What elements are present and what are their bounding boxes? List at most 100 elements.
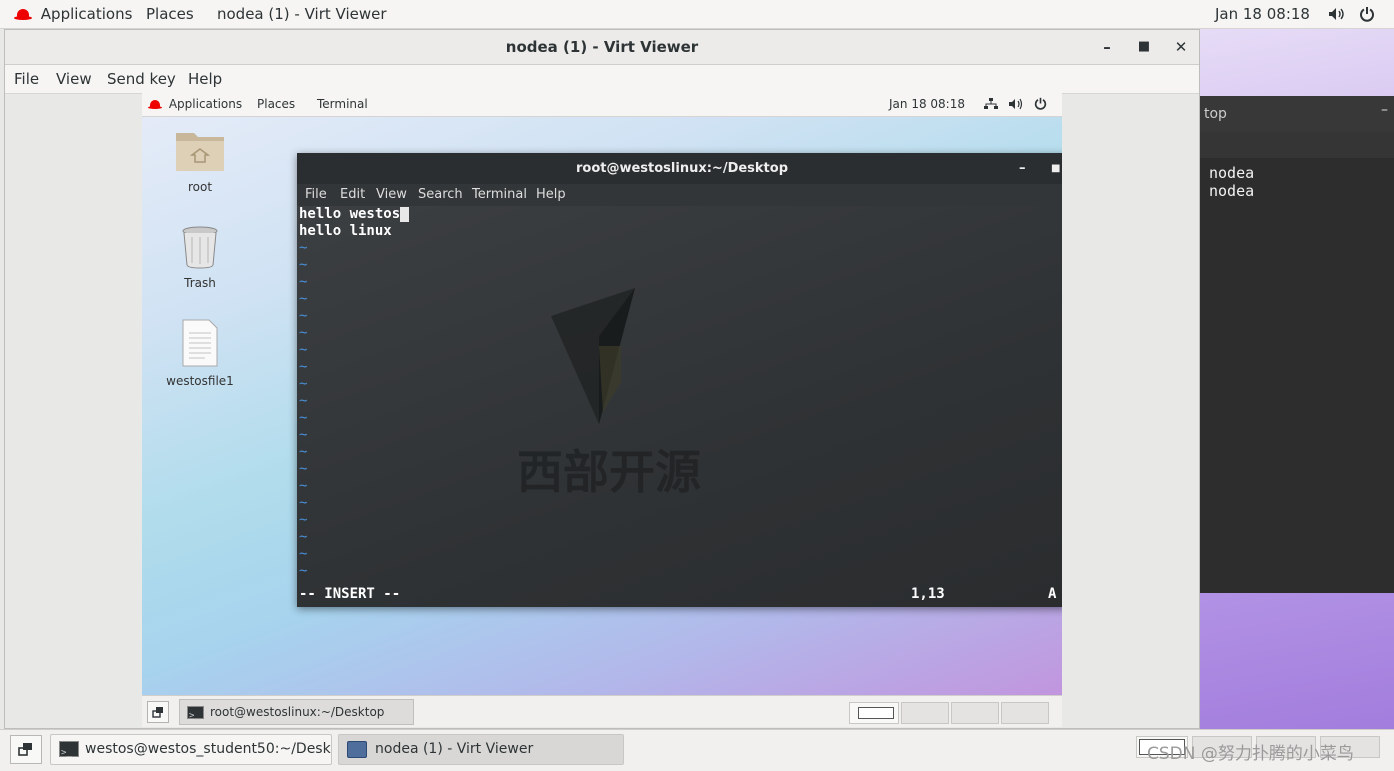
guest-taskbar-window-label: root@westoslinux:~/Desktop [210, 705, 385, 719]
background-terminal-output: nodea nodea [1200, 158, 1394, 200]
guest-volume-icon[interactable] [1008, 98, 1024, 113]
virt-viewer-menubar: File View Send key Help [5, 65, 1199, 94]
virt-viewer-app-icon [347, 740, 367, 758]
editor-empty-line: ~ [299, 274, 308, 290]
menu-file[interactable]: File [14, 70, 39, 88]
minimize-button[interactable]: – [1092, 30, 1122, 64]
desktop-icon-label: root [187, 180, 213, 194]
host-clock[interactable]: Jan 18 08:18 [1215, 5, 1310, 23]
editor-empty-line: ~ [299, 461, 308, 477]
redhat-logo-icon [148, 99, 162, 110]
text-file-icon [182, 319, 218, 367]
terminal-menu-edit[interactable]: Edit [340, 187, 365, 202]
show-desktop-icon [18, 743, 32, 756]
terminal-maximize-button[interactable]: ■ [1051, 153, 1060, 184]
terminal-menu-terminal[interactable]: Terminal [472, 187, 527, 202]
host-task-terminal[interactable]: westos@westos_student50:~/Desk... [50, 734, 332, 765]
background-terminal-line: nodea [1209, 182, 1255, 200]
background-terminal-line: nodea [1209, 164, 1255, 182]
desktop-icon-westosfile1[interactable]: westosfile1 [160, 319, 240, 388]
terminal-titlebar[interactable]: root@westoslinux:~/Desktop – ■ [297, 153, 1062, 184]
host-applications-label: Applications [40, 5, 133, 23]
guest-workspace-4[interactable] [1001, 702, 1049, 724]
editor-empty-line: ~ [299, 546, 308, 562]
editor-empty-line: ~ [299, 325, 308, 341]
watermark-text: 西部开源 [517, 445, 701, 499]
terminal-menu-view[interactable]: View [376, 187, 407, 202]
editor-mode-indicator: -- INSERT -- [299, 586, 401, 602]
background-terminal-title: top [1204, 106, 1227, 122]
show-desktop-button[interactable] [147, 701, 169, 723]
desktop-icon-label: Trash [184, 276, 216, 290]
menu-help[interactable]: Help [188, 70, 222, 88]
guest-taskbar: root@westoslinux:~/Desktop [142, 695, 1062, 727]
host-task-virt-viewer-label: nodea (1) - Virt Viewer [375, 741, 534, 757]
terminal-menubar: File Edit View Search Terminal Help [297, 184, 1062, 206]
workspace-window-thumbnail [858, 707, 894, 719]
guest-terminal-menu[interactable]: Terminal [317, 97, 368, 111]
editor-empty-line: ~ [299, 342, 308, 358]
terminal-menu-file[interactable]: File [305, 187, 327, 202]
host-task-terminal-label: westos@westos_student50:~/Desk... [85, 741, 332, 757]
virt-viewer-titlebar[interactable]: nodea (1) - Virt Viewer – ■ ✕ [5, 30, 1199, 65]
host-show-desktop-button[interactable] [10, 735, 42, 764]
editor-empty-line: ~ [299, 410, 308, 426]
guest-applications-menu[interactable]: Applications [148, 97, 242, 111]
network-icon[interactable] [984, 98, 998, 113]
editor-empty-line: ~ [299, 376, 308, 392]
terminal-content[interactable]: 西部开源 hello westos hello linux ~ ~ ~ ~ ~ … [297, 206, 1062, 607]
desktop-icon-label: westosfile1 [166, 374, 234, 388]
editor-empty-line: ~ [299, 257, 308, 273]
editor-empty-line: ~ [299, 529, 308, 545]
editor-line-2: hello linux [299, 223, 392, 239]
editor-empty-line: ~ [299, 495, 308, 511]
terminal-menu-help[interactable]: Help [536, 187, 566, 202]
menu-send-key[interactable]: Send key [107, 70, 176, 88]
terminal-title: root@westoslinux:~/Desktop [575, 161, 789, 176]
background-terminal-window[interactable]: top – nodea nodea [1200, 96, 1394, 593]
guest-workspace-2[interactable] [901, 702, 949, 724]
power-icon[interactable] [1359, 6, 1375, 26]
background-terminal-titlebar[interactable]: top – [1200, 96, 1394, 132]
terminal-minimize-button[interactable]: – [1019, 153, 1026, 184]
close-button[interactable]: ✕ [1166, 30, 1196, 64]
trash-icon [182, 226, 218, 269]
volume-icon[interactable] [1328, 7, 1346, 25]
maximize-button[interactable]: ■ [1129, 30, 1159, 64]
text-cursor [400, 206, 410, 222]
guest-taskbar-window-button[interactable]: root@westoslinux:~/Desktop [179, 699, 414, 727]
guest-clock[interactable]: Jan 18 08:18 [889, 97, 965, 111]
guest-power-icon[interactable] [1034, 97, 1047, 113]
editor-line-text: hello westos [299, 206, 401, 222]
guest-workspace-1[interactable] [849, 702, 899, 724]
desktop-icon-trash[interactable]: Trash [160, 225, 240, 290]
watermark-logo-icon [551, 288, 635, 424]
host-active-window-title[interactable]: nodea (1) - Virt Viewer [217, 5, 387, 23]
editor-line-1: hello westos [299, 206, 410, 223]
host-task-virt-viewer[interactable]: nodea (1) - Virt Viewer [338, 734, 624, 765]
host-applications-menu[interactable]: Applications [14, 5, 132, 23]
guest-display[interactable]: Applications Places Terminal Jan 18 08:1… [142, 93, 1062, 727]
virt-viewer-title: nodea (1) - Virt Viewer [505, 38, 699, 56]
editor-empty-line: ~ [299, 291, 308, 307]
host-places-menu[interactable]: Places [146, 5, 194, 23]
guest-places-menu[interactable]: Places [257, 97, 295, 111]
editor-empty-line: ~ [299, 308, 308, 324]
editor-empty-line: ~ [299, 427, 308, 443]
menu-view[interactable]: View [56, 70, 92, 88]
guest-workspace-3[interactable] [951, 702, 999, 724]
editor-empty-line: ~ [299, 478, 308, 494]
terminal-app-icon [187, 704, 204, 727]
host-top-bar: Applications Places nodea (1) - Virt Vie… [0, 0, 1394, 29]
editor-empty-line: ~ [299, 444, 308, 460]
editor-empty-line: ~ [299, 240, 308, 256]
home-folder-icon [176, 133, 224, 171]
terminal-window[interactable]: root@westoslinux:~/Desktop – ■ File Edit… [297, 153, 1062, 607]
background-terminal-minimize-button[interactable]: – [1381, 102, 1388, 118]
desktop-icon-root[interactable]: root [160, 127, 240, 194]
editor-empty-line: ~ [299, 359, 308, 375]
editor-empty-line: ~ [299, 393, 308, 409]
cursor-position: 1,13 [911, 586, 945, 602]
guest-top-bar: Applications Places Terminal Jan 18 08:1… [142, 93, 1062, 117]
terminal-menu-search[interactable]: Search [418, 187, 463, 202]
